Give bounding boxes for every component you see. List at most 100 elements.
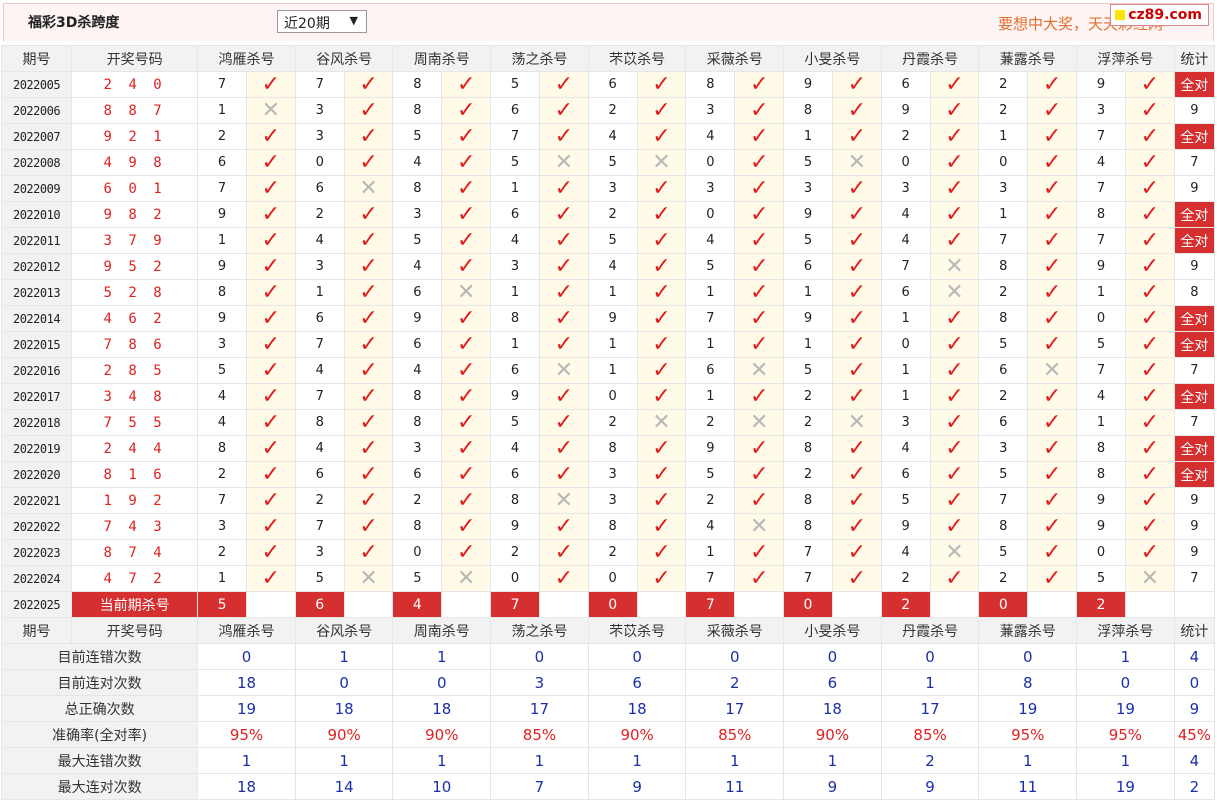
summary-value: 1 [490, 747, 589, 774]
kill-number-cell: 1 [783, 123, 833, 150]
result-mark-cell: ✓ [538, 513, 589, 540]
result-mark-cell: ✓ [636, 383, 687, 410]
cross-icon: ✕ [945, 253, 964, 279]
check-icon: ✓ [652, 513, 671, 539]
check-icon: ✓ [945, 331, 964, 357]
issue-cell: 2022011 [0, 227, 73, 254]
check-icon: ✓ [1042, 539, 1062, 565]
result-mark-cell: ✓ [929, 487, 980, 514]
summary-value: 2 [685, 669, 785, 696]
check-icon: ✓ [749, 71, 769, 97]
kill-number-cell: 5 [880, 487, 931, 514]
check-icon: ✓ [652, 461, 671, 487]
kill-number-cell: 0 [1076, 305, 1126, 332]
check-icon: ✓ [261, 201, 281, 227]
check-icon: ✓ [652, 175, 671, 201]
kill-number-cell: 7 [1076, 357, 1126, 384]
result-mark-cell: ✕ [636, 409, 687, 436]
result-mark-cell: ✓ [929, 513, 980, 540]
check-icon: ✓ [456, 201, 476, 227]
summary-value: 6 [783, 669, 882, 696]
check-icon: ✓ [749, 279, 769, 305]
kill-number-cell: 2 [197, 123, 247, 150]
check-icon: ✓ [1140, 305, 1160, 331]
col-expert: 丹霞杀号 [880, 617, 980, 644]
result-mark-cell: ✓ [245, 513, 296, 540]
result-mark-cell: ✓ [245, 539, 296, 566]
check-icon: ✓ [1042, 227, 1062, 253]
result-mark-cell: ✓ [538, 123, 589, 150]
empty-cell [831, 591, 882, 618]
result-mark-cell: ✓ [734, 175, 785, 202]
result-mark-cell: ✓ [734, 71, 785, 98]
result-mark-cell: ✓ [636, 435, 687, 462]
empty-cell [245, 591, 296, 618]
row-stat-cell: 7 [1173, 357, 1216, 384]
check-icon: ✓ [847, 513, 867, 539]
check-icon: ✓ [652, 331, 671, 357]
check-icon: ✓ [456, 539, 476, 565]
check-icon: ✓ [456, 305, 476, 331]
check-icon: ✓ [847, 435, 867, 461]
cross-icon: ✕ [652, 409, 671, 435]
period-range-select[interactable]: 近20期 ▼ [277, 10, 367, 33]
check-icon: ✓ [261, 175, 281, 201]
kill-number-cell: 3 [294, 97, 345, 124]
site-logo[interactable]: cz89.com [1110, 4, 1209, 26]
check-icon: ✓ [359, 201, 378, 227]
kill-number-cell: 8 [197, 435, 247, 462]
result-mark-cell: ✓ [1027, 227, 1078, 254]
check-icon: ✓ [1140, 123, 1160, 149]
kill-number-cell: 5 [392, 227, 443, 254]
check-icon: ✓ [847, 383, 867, 409]
kill-number-cell: 6 [587, 71, 638, 98]
kill-number-cell: 1 [587, 357, 638, 384]
col-expert: 谷风杀号 [294, 617, 394, 644]
check-icon: ✓ [847, 539, 867, 565]
kill-number-cell: 2 [587, 539, 638, 566]
result-mark-cell: ✓ [831, 461, 882, 488]
result-mark-cell: ✓ [831, 487, 882, 514]
table-row: 2022020 8 1 6 2 ✓ 6 ✓ 6 ✓ 6 ✓ 3 ✓ 5 ✓ 2 ✓ 6 ✓ 5 ✓ 8 ✓ 全对 [0, 461, 1216, 488]
summary-value: 18 [197, 773, 296, 800]
issue-cell: 2022022 [0, 513, 73, 540]
summary-value: 14 [294, 773, 394, 800]
cross-icon: ✕ [456, 565, 476, 591]
result-mark-cell: ✓ [245, 149, 296, 176]
result-mark-cell: ✕ [538, 149, 589, 176]
empty-cell [343, 591, 394, 618]
kill-number-cell: 5 [783, 357, 833, 384]
kill-number-cell: 7 [294, 71, 345, 98]
kill-number-cell: 6 [783, 253, 833, 280]
issue-cell: 2022006 [0, 97, 73, 124]
check-icon: ✓ [261, 461, 281, 487]
check-icon: ✓ [456, 383, 476, 409]
col-expert: 小旻杀号 [783, 45, 882, 72]
check-icon: ✓ [456, 149, 476, 175]
kill-number-cell: 6 [490, 201, 540, 228]
col-winning: 开奖号码 [71, 45, 199, 72]
kill-number-cell: 2 [783, 409, 833, 436]
check-icon: ✓ [261, 539, 281, 565]
check-icon: ✓ [456, 357, 476, 383]
kill-number-cell: 2 [978, 383, 1029, 410]
kill-number-cell: 4 [587, 253, 638, 280]
kill-number-cell: 2 [392, 487, 443, 514]
summary-value: 1 [392, 747, 492, 774]
summary-value: 0 [197, 643, 296, 670]
kill-number-cell: 4 [294, 227, 345, 254]
summary-label: 目前连对次数 [0, 669, 199, 696]
result-mark-cell: ✓ [1027, 513, 1078, 540]
result-mark-cell: ✓ [734, 331, 785, 358]
summary-value: 0 [1076, 669, 1175, 696]
kill-number-cell: 4 [1076, 149, 1126, 176]
kill-number-cell: 5 [783, 149, 833, 176]
check-icon: ✓ [1140, 513, 1160, 539]
check-icon: ✓ [945, 71, 964, 97]
check-icon: ✓ [456, 253, 476, 279]
check-icon: ✓ [652, 487, 671, 513]
table-row: 2022022 7 4 3 3 ✓ 7 ✓ 8 ✓ 9 ✓ 8 ✓ 4 ✕ 8 ✓ 9 ✓ 8 ✓ 9 ✓ 9 [0, 513, 1216, 540]
check-icon: ✓ [652, 565, 671, 591]
winning-number-cell: 3 4 8 [71, 383, 199, 410]
check-icon: ✓ [1140, 97, 1160, 123]
